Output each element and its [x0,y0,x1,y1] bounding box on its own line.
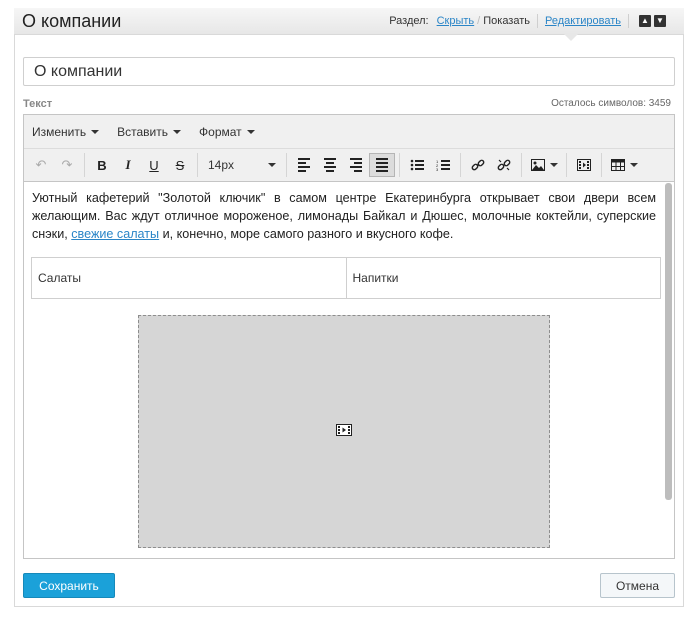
divider [521,153,522,177]
chevron-down-icon [629,163,638,167]
chevron-down-icon [268,163,276,167]
title-input[interactable] [23,57,675,86]
cancel-button[interactable]: Отмена [600,573,675,598]
content-table: Салаты Напитки [31,257,661,299]
divider [197,153,198,177]
undo-icon[interactable]: ↶ [28,153,54,177]
salads-link[interactable]: свежие салаты [71,227,159,241]
underline-icon[interactable]: U [141,153,167,177]
divider [286,153,287,177]
align-justify-icon[interactable] [369,153,395,177]
edit-link[interactable]: Редактировать [545,15,621,27]
rich-text-editor: Изменить Вставить Формат ↶ ↷ B I U S 14p… [23,114,675,559]
font-size-select[interactable]: 14px [202,153,282,177]
redo-icon[interactable]: ↷ [54,153,80,177]
content-paragraph: Уютный кафетерий "Золотой ключик" в само… [32,191,656,241]
move-down-icon[interactable]: ▼ [654,15,666,27]
chevron-down-icon [91,129,100,134]
chevron-down-icon [246,129,255,134]
divider [399,153,400,177]
strikethrough-icon[interactable]: S [167,153,193,177]
bold-icon[interactable]: B [89,153,115,177]
link-icon[interactable] [465,153,491,177]
move-up-icon[interactable]: ▲ [639,15,651,27]
section-controls: Раздел: Скрыть / Показать Редактировать … [389,14,666,28]
table-cell[interactable]: Салаты [31,257,347,299]
divider [537,14,538,28]
chevron-down-icon [173,129,182,134]
table-cell[interactable]: Напитки [345,257,661,299]
editor-toolbar: ↶ ↷ B I U S 14px 123 [24,149,674,182]
divider [84,153,85,177]
italic-icon[interactable]: I [115,153,141,177]
align-right-icon[interactable] [343,153,369,177]
media-icon[interactable] [571,153,597,177]
hide-link[interactable]: Скрыть [437,15,475,27]
section-label: Раздел: [389,15,429,27]
divider: / [477,15,481,27]
divider [566,153,567,177]
table-icon[interactable] [606,153,642,177]
divider [601,153,602,177]
unlink-icon[interactable] [491,153,517,177]
menu-format[interactable]: Формат [199,125,255,139]
chevron-down-icon [549,163,558,167]
chars-left-counter: Осталось символов: 3459 [551,98,671,109]
menu-insert[interactable]: Вставить [117,125,182,139]
editor-scrollbar[interactable] [665,183,672,500]
bullet-list-icon[interactable] [404,153,430,177]
divider [460,153,461,177]
numbered-list-icon[interactable]: 123 [430,153,456,177]
header-notch [564,34,578,41]
editor-menubar: Изменить Вставить Формат [24,115,674,149]
show-label: Показать [483,15,530,27]
menu-edit[interactable]: Изменить [32,125,100,139]
save-button[interactable]: Сохранить [23,573,115,598]
text-label: Текст [23,98,53,110]
image-icon[interactable] [526,153,562,177]
align-center-icon[interactable] [317,153,343,177]
media-icon [336,423,352,441]
section-title: О компании [22,11,122,31]
section-header: О компании Раздел: Скрыть / Показать Ред… [14,8,684,35]
video-placeholder[interactable] [138,315,550,548]
svg-text:3: 3 [436,167,439,171]
divider [628,14,629,28]
align-left-icon[interactable] [291,153,317,177]
